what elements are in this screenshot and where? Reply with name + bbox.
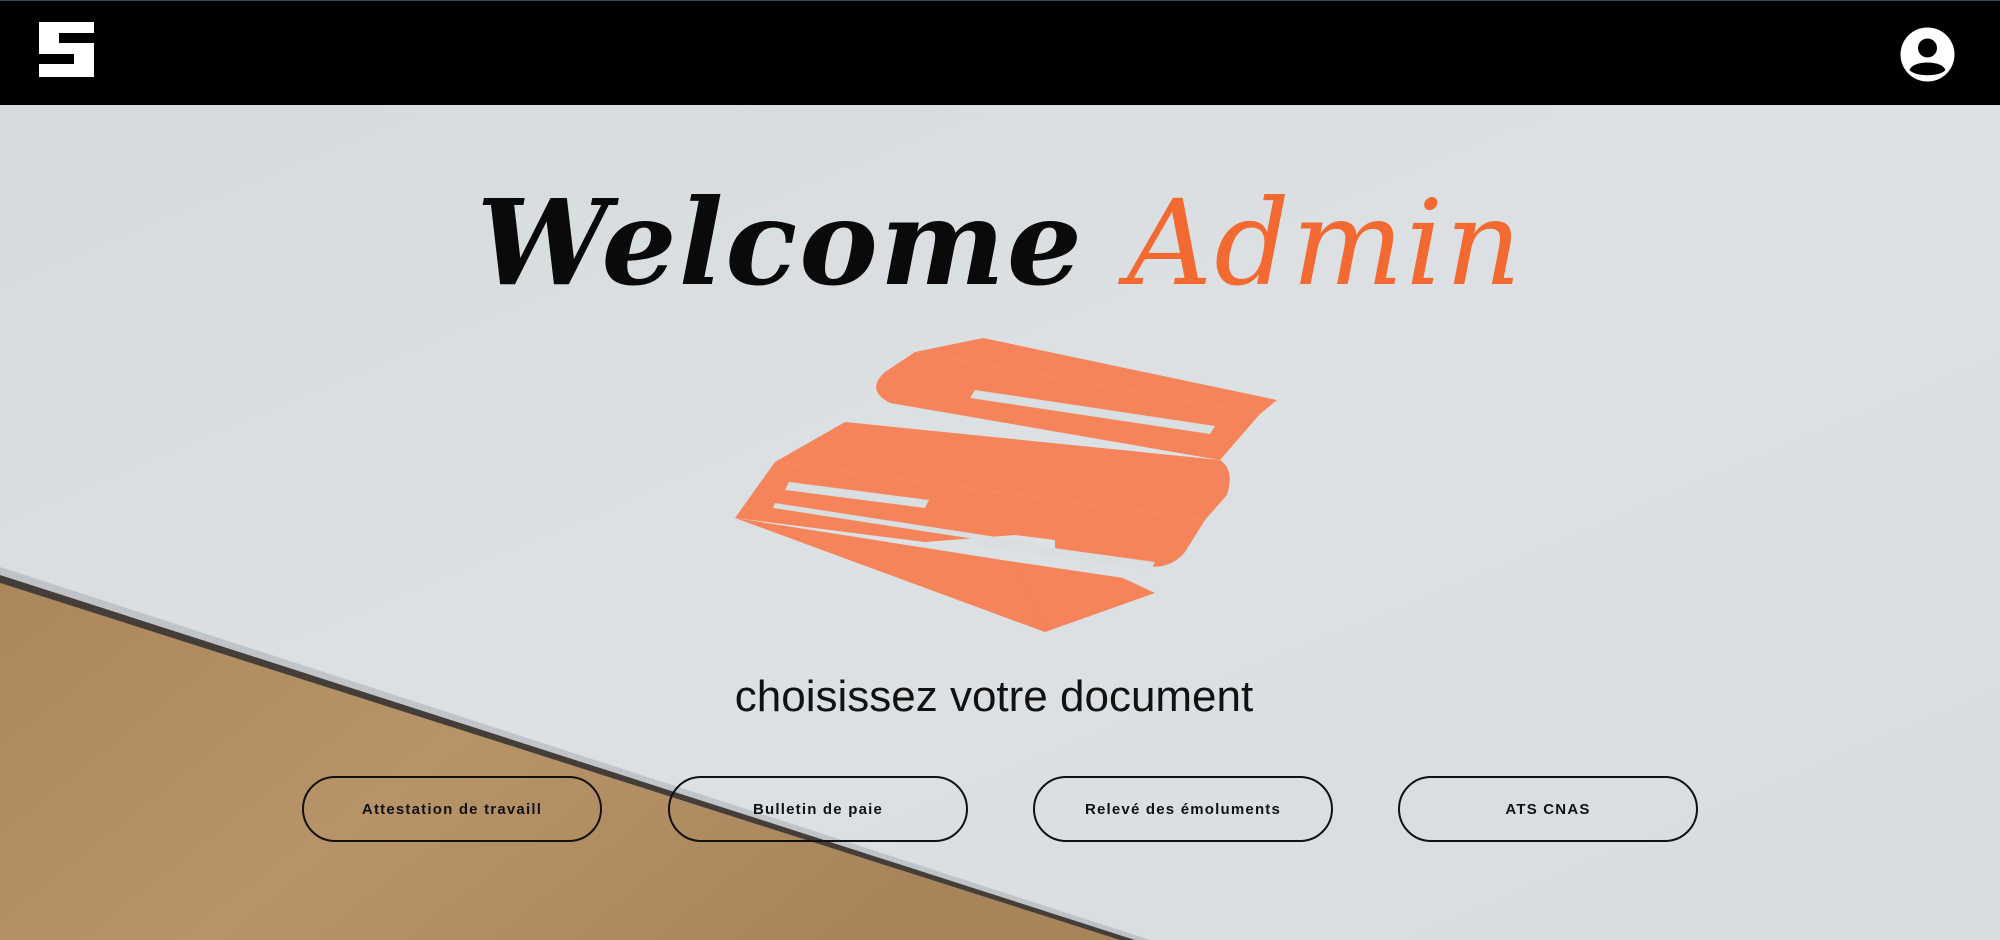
account-circle-icon[interactable] [1900, 27, 1955, 82]
welcome-word: Welcome [476, 173, 1084, 312]
page: Welcome Admin choisissez votre document … [0, 0, 2000, 940]
document-buttons: Attestation de travaill Bulletin de paie… [0, 776, 2000, 844]
admin-name: Admin [1127, 174, 1524, 312]
attestation-de-travail-button[interactable]: Attestation de travaill [302, 776, 602, 842]
choose-document-subtitle: choisissez votre document [734, 672, 1254, 721]
welcome-heading: Welcome Admin [0, 172, 2000, 315]
bulletin-de-paie-button[interactable]: Bulletin de paie [668, 776, 968, 842]
releve-des-emoluments-button[interactable]: Relevé des émoluments [1033, 776, 1333, 842]
company-logo-icon[interactable] [38, 21, 95, 78]
top-navbar [0, 0, 2000, 105]
company-logo-mark [735, 338, 1277, 632]
ats-cnas-button[interactable]: ATS CNAS [1398, 776, 1698, 842]
